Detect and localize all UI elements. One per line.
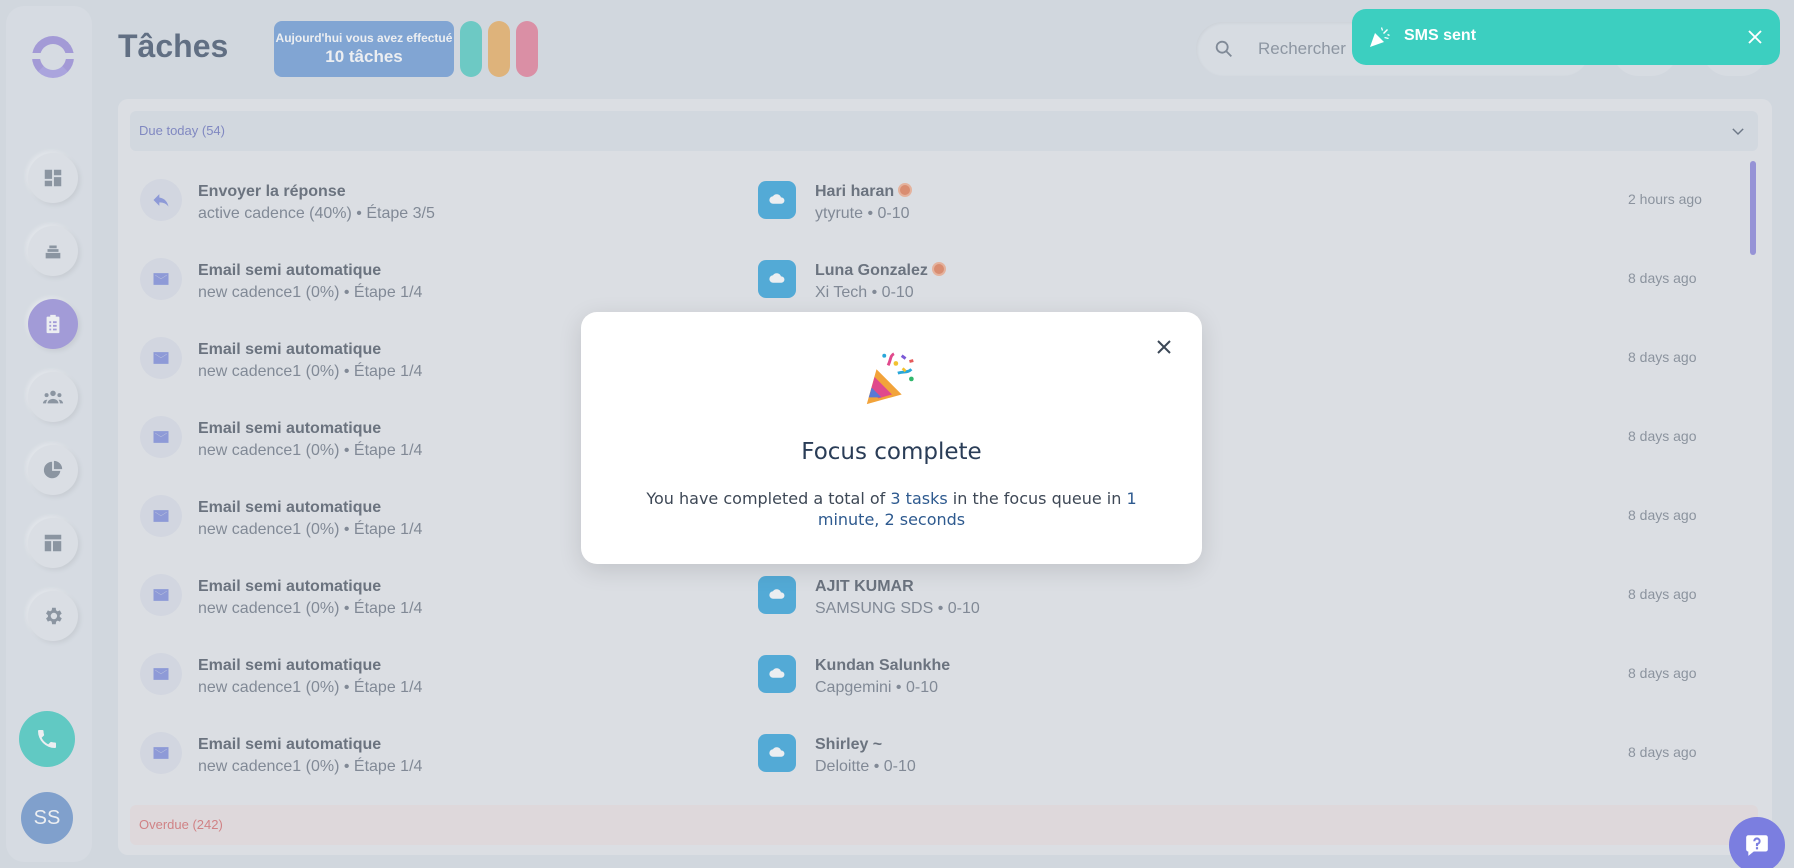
close-icon[interactable] bbox=[1155, 338, 1173, 356]
close-icon[interactable] bbox=[1746, 28, 1764, 46]
message-text: You have completed a total of bbox=[646, 489, 891, 508]
message-text: in the focus queue in bbox=[947, 489, 1127, 508]
toast-notification: SMS sent bbox=[1352, 9, 1780, 65]
tasks-count: 3 tasks bbox=[890, 489, 948, 508]
focus-complete-dialog: Focus complete You have completed a tota… bbox=[581, 312, 1202, 564]
party-popper-icon bbox=[1370, 27, 1390, 47]
dialog-message: You have completed a total of 3 tasks in… bbox=[621, 488, 1162, 530]
party-popper-icon bbox=[866, 352, 914, 405]
help-chat-button[interactable] bbox=[1729, 817, 1785, 868]
dialog-title: Focus complete bbox=[801, 439, 982, 465]
chat-help-icon bbox=[1746, 835, 1768, 856]
toast-message: SMS sent bbox=[1404, 27, 1477, 44]
